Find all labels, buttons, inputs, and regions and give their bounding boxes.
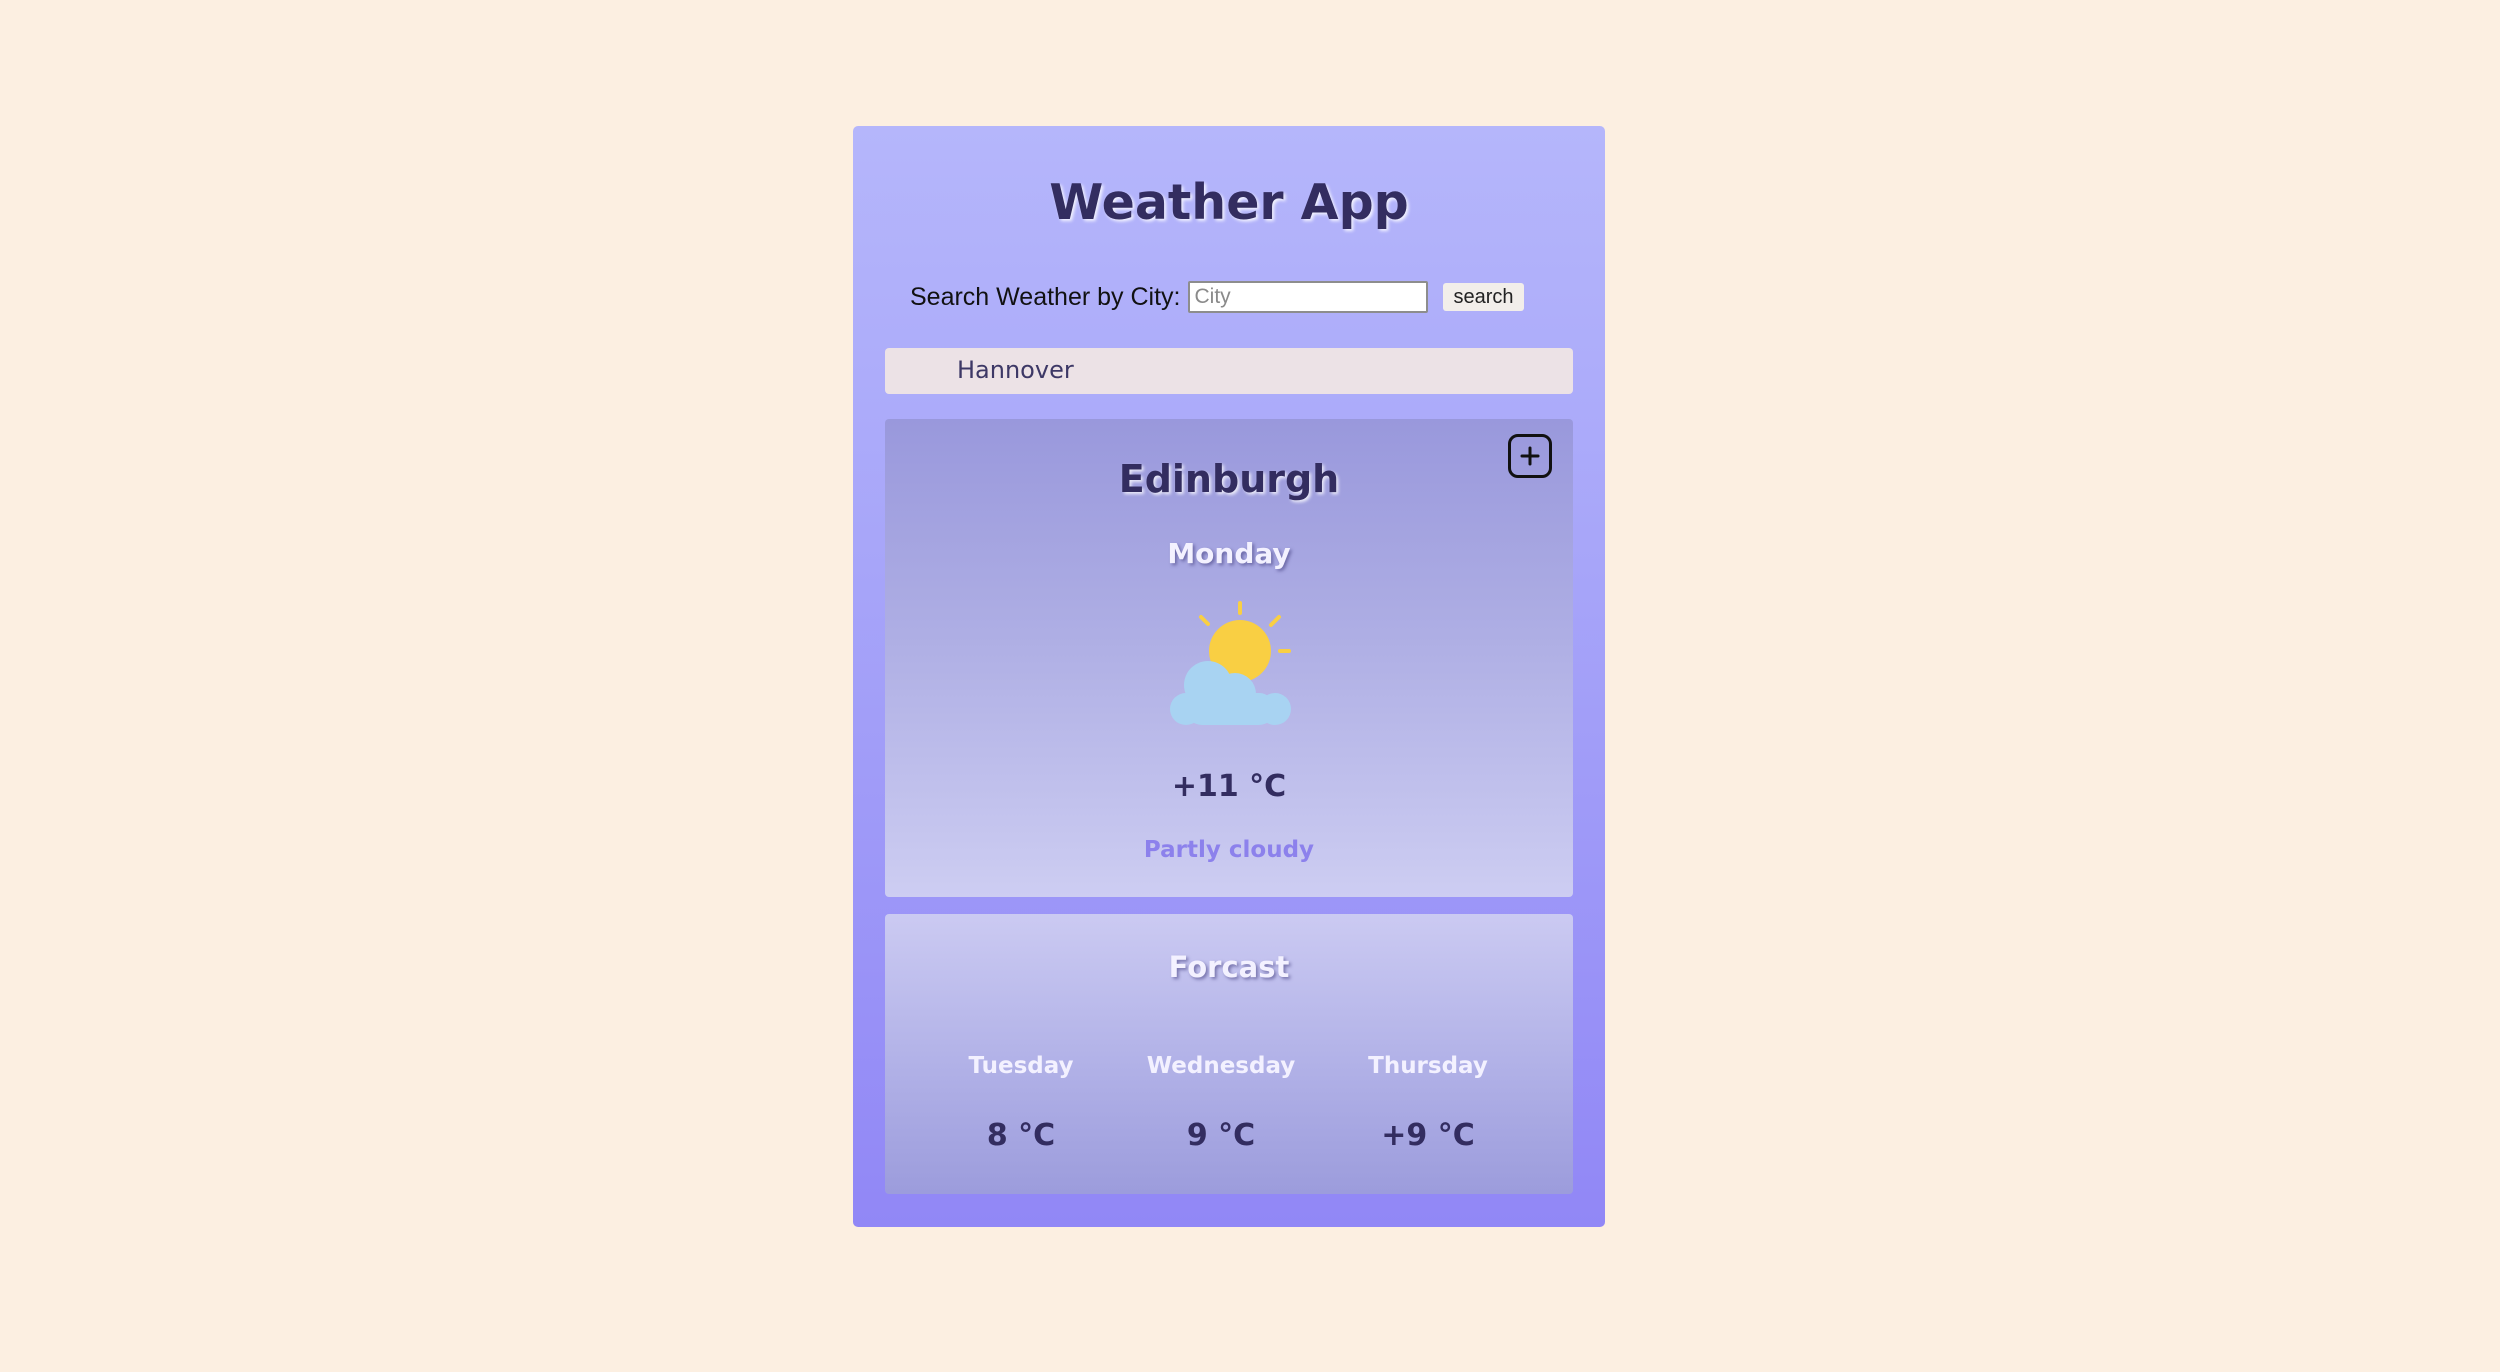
city-name: Edinburgh: [1118, 457, 1340, 501]
forecast-day-name: Wednesday: [1146, 1053, 1296, 1079]
current-temperature: +11 °C: [1171, 769, 1287, 804]
forecast-day-name: Thursday: [1368, 1053, 1488, 1079]
city-search-input[interactable]: [1188, 281, 1429, 313]
weather-description: Partly cloudy: [1143, 837, 1315, 863]
current-weather-card: Edinburgh Monday +11 °C Partly cloudy: [885, 419, 1573, 897]
forecast-title: Forcast: [1168, 950, 1290, 984]
search-history-list: Hannover: [885, 348, 1573, 394]
forecast-day-temperature: +9 °C: [1381, 1118, 1475, 1153]
forecast-day-temperature: 9 °C: [1186, 1118, 1256, 1153]
forecast-day-temperature: 8 °C: [986, 1118, 1056, 1153]
search-button[interactable]: search: [1443, 283, 1524, 311]
history-item-hannover[interactable]: Hannover: [957, 356, 1074, 384]
current-day: Monday: [1167, 537, 1291, 570]
weather-app-container: Weather App Search Weather by City: sear…: [853, 126, 1605, 1227]
search-label: Search Weather by City:: [910, 282, 1181, 311]
app-title: Weather App: [1049, 174, 1409, 231]
forecast-day-name: Tuesday: [968, 1053, 1074, 1079]
forecast-card: Forcast Tuesday 8 °C Wednesday 9 °C Thur…: [885, 914, 1573, 1194]
search-form: Search Weather by City: search: [910, 280, 1524, 314]
partly-cloudy-icon: [1170, 601, 1291, 725]
